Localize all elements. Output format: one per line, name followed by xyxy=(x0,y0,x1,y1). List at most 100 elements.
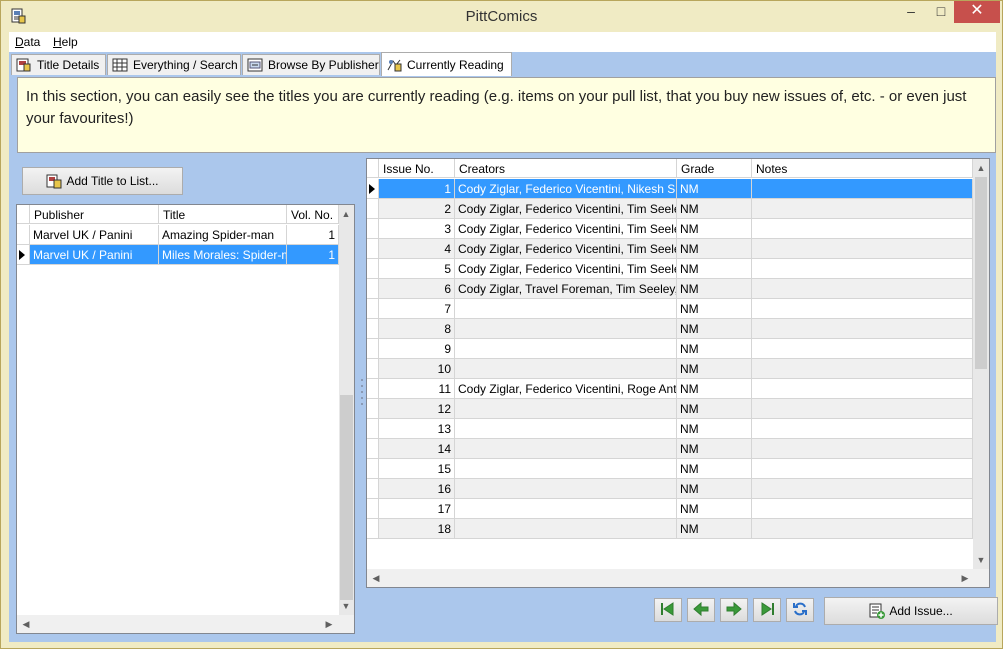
table-row[interactable]: 1 Cody Ziglar, Federico Vicentini, Nikesh… xyxy=(367,179,973,199)
cell-notes[interactable] xyxy=(752,179,973,199)
tab-currently-reading[interactable]: Currently Reading xyxy=(381,52,512,76)
cell-issue-no[interactable]: 17 xyxy=(379,499,455,519)
table-row[interactable]: 5 Cody Ziglar, Federico Vicentini, Tim Se… xyxy=(367,259,973,279)
table-row[interactable]: 15 NM xyxy=(367,459,973,479)
row-header[interactable] xyxy=(367,219,379,239)
cell-notes[interactable] xyxy=(752,419,973,439)
scroll-right-arrow[interactable]: ▶ xyxy=(958,571,972,585)
scroll-thumb[interactable] xyxy=(340,395,353,600)
cell-creators[interactable] xyxy=(455,359,677,379)
row-header[interactable] xyxy=(367,459,379,479)
cell-vol-no[interactable]: 1 xyxy=(287,225,339,245)
scroll-up-arrow[interactable]: ▲ xyxy=(974,161,988,175)
cell-creators[interactable] xyxy=(455,499,677,519)
cell-issue-no[interactable]: 11 xyxy=(379,379,455,399)
titles-vertical-scrollbar[interactable]: ▲ ▼ xyxy=(339,205,354,615)
cell-grade[interactable]: NM xyxy=(677,519,752,539)
cell-grade[interactable]: NM xyxy=(677,339,752,359)
cell-creators[interactable] xyxy=(455,339,677,359)
table-row[interactable]: 7 NM xyxy=(367,299,973,319)
cell-notes[interactable] xyxy=(752,219,973,239)
scroll-down-arrow[interactable]: ▼ xyxy=(974,553,988,567)
row-header[interactable] xyxy=(367,319,379,339)
cell-creators[interactable] xyxy=(455,299,677,319)
cell-issue-no[interactable]: 12 xyxy=(379,399,455,419)
cell-notes[interactable] xyxy=(752,279,973,299)
row-header[interactable] xyxy=(367,479,379,499)
row-header[interactable] xyxy=(367,359,379,379)
cell-issue-no[interactable]: 3 xyxy=(379,219,455,239)
cell-notes[interactable] xyxy=(752,379,973,399)
add-title-button[interactable]: Add Title to List... xyxy=(22,167,183,195)
col-grade[interactable]: Grade xyxy=(677,159,752,178)
cell-issue-no[interactable]: 18 xyxy=(379,519,455,539)
row-header[interactable] xyxy=(367,439,379,459)
table-row[interactable]: 10 NM xyxy=(367,359,973,379)
cell-grade[interactable]: NM xyxy=(677,419,752,439)
row-header[interactable] xyxy=(367,399,379,419)
cell-creators[interactable]: Cody Ziglar, Federico Vicentini, Roge An… xyxy=(455,379,677,399)
last-record-button[interactable] xyxy=(753,598,781,622)
cell-grade[interactable]: NM xyxy=(677,219,752,239)
cell-grade[interactable]: NM xyxy=(677,439,752,459)
scroll-down-arrow[interactable]: ▼ xyxy=(339,599,353,613)
cell-grade[interactable]: NM xyxy=(677,499,752,519)
cell-issue-no[interactable]: 13 xyxy=(379,419,455,439)
cell-grade[interactable]: NM xyxy=(677,199,752,219)
cell-creators[interactable] xyxy=(455,479,677,499)
cell-notes[interactable] xyxy=(752,459,973,479)
col-notes[interactable]: Notes xyxy=(752,159,973,178)
cell-grade[interactable]: NM xyxy=(677,179,752,199)
splitter-handle[interactable] xyxy=(360,377,364,407)
row-header[interactable] xyxy=(17,225,30,245)
refresh-button[interactable] xyxy=(786,598,814,622)
cell-creators[interactable]: Cody Ziglar, Federico Vicentini, Tim See… xyxy=(455,259,677,279)
maximize-button[interactable]: □ xyxy=(927,1,955,23)
table-row[interactable]: 18 NM xyxy=(367,519,973,539)
table-row[interactable]: 13 NM xyxy=(367,419,973,439)
cell-issue-no[interactable]: 9 xyxy=(379,339,455,359)
table-row[interactable]: 9 NM xyxy=(367,339,973,359)
col-creators[interactable]: Creators xyxy=(455,159,677,178)
cell-grade[interactable]: NM xyxy=(677,259,752,279)
scroll-up-arrow[interactable]: ▲ xyxy=(339,207,353,221)
table-row[interactable]: 12 NM xyxy=(367,399,973,419)
cell-creators[interactable]: Cody Ziglar, Federico Vicentini, Tim See… xyxy=(455,199,677,219)
cell-issue-no[interactable]: 5 xyxy=(379,259,455,279)
cell-creators[interactable] xyxy=(455,399,677,419)
col-vol-no[interactable]: Vol. No. xyxy=(287,205,339,224)
cell-notes[interactable] xyxy=(752,259,973,279)
row-header[interactable] xyxy=(367,259,379,279)
cell-issue-no[interactable]: 4 xyxy=(379,239,455,259)
table-row[interactable]: 17 NM xyxy=(367,499,973,519)
row-header[interactable] xyxy=(17,245,30,265)
cell-title[interactable]: Amazing Spider-man xyxy=(159,225,287,245)
table-row[interactable]: Marvel UK / Panini Miles Morales: Spider-… xyxy=(17,245,339,265)
col-issue-no[interactable]: Issue No. xyxy=(379,159,455,178)
cell-notes[interactable] xyxy=(752,199,973,219)
cell-notes[interactable] xyxy=(752,319,973,339)
cell-grade[interactable]: NM xyxy=(677,459,752,479)
table-row[interactable]: Marvel UK / Panini Amazing Spider-man 1 xyxy=(17,225,339,245)
cell-grade[interactable]: NM xyxy=(677,279,752,299)
cell-grade[interactable]: NM xyxy=(677,319,752,339)
cell-notes[interactable] xyxy=(752,479,973,499)
scroll-left-arrow[interactable]: ◀ xyxy=(369,571,383,585)
table-row[interactable]: 11 Cody Ziglar, Federico Vicentini, Roge … xyxy=(367,379,973,399)
row-header[interactable] xyxy=(367,519,379,539)
row-header[interactable] xyxy=(367,199,379,219)
cell-grade[interactable]: NM xyxy=(677,479,752,499)
cell-issue-no[interactable]: 14 xyxy=(379,439,455,459)
cell-notes[interactable] xyxy=(752,439,973,459)
table-row[interactable]: 14 NM xyxy=(367,439,973,459)
cell-title[interactable]: Miles Morales: Spider-man xyxy=(159,245,287,265)
row-header[interactable] xyxy=(367,339,379,359)
cell-grade[interactable]: NM xyxy=(677,239,752,259)
cell-notes[interactable] xyxy=(752,339,973,359)
minimize-button[interactable]: – xyxy=(897,1,925,23)
previous-record-button[interactable] xyxy=(687,598,715,622)
cell-creators[interactable] xyxy=(455,519,677,539)
tab-browse-by-publisher[interactable]: Browse By Publisher xyxy=(242,54,380,75)
row-header[interactable] xyxy=(367,419,379,439)
cell-vol-no[interactable]: 1 xyxy=(287,245,339,265)
